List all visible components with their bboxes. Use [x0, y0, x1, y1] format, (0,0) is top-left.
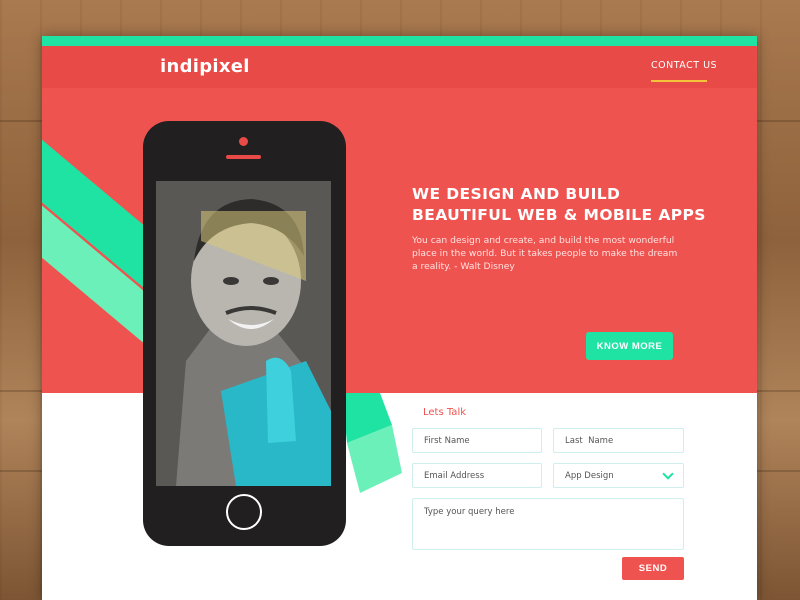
first-name-field[interactable]: [412, 428, 542, 453]
send-button[interactable]: SEND: [622, 557, 684, 580]
brand-logo[interactable]: indipixel: [160, 56, 250, 77]
hero-headline-line1: WE DESIGN AND BUILD: [412, 185, 621, 203]
hero-headline-line2: BEAUTIFUL WEB & MOBILE APPS: [412, 206, 706, 224]
service-select[interactable]: App Design: [553, 463, 684, 488]
camera-icon: [239, 137, 248, 146]
contact-underline: [651, 80, 707, 82]
email-field[interactable]: [412, 463, 542, 488]
top-navbar: indipixel CONTACT US: [42, 46, 757, 88]
contact-us-link[interactable]: CONTACT US: [651, 60, 717, 71]
hero-quote: You can design and create, and build the…: [412, 235, 678, 272]
home-button-icon[interactable]: [226, 494, 262, 530]
portrait-image: [156, 181, 331, 486]
landing-page: indipixel CONTACT US WE DESIGN AND BUILD…: [42, 36, 757, 600]
phone-mockup: [143, 121, 346, 546]
form-title: Lets Talk: [423, 407, 467, 418]
service-select-value: App Design: [565, 470, 614, 481]
chevron-down-icon: [662, 467, 674, 480]
know-more-button[interactable]: KNOW MORE: [586, 332, 673, 360]
query-textarea[interactable]: [412, 498, 684, 550]
speaker-icon: [226, 155, 261, 159]
phone-screen-photo: [156, 181, 331, 486]
top-accent-strip: [42, 36, 757, 46]
last-name-field[interactable]: [553, 428, 684, 453]
hero-headline: WE DESIGN AND BUILD BEAUTIFUL WEB & MOBI…: [412, 184, 706, 226]
